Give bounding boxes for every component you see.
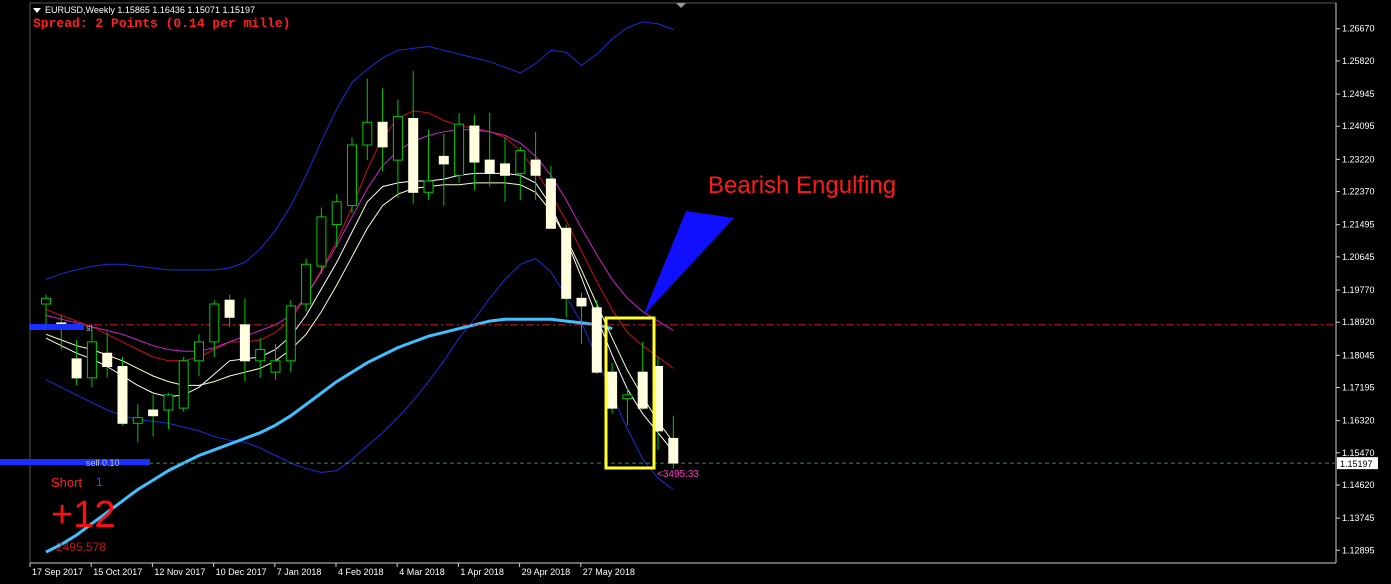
- price-tick-label: 1.12895: [1342, 545, 1375, 555]
- time-tick-label: 10 Dec 2017: [216, 567, 267, 577]
- candle-body: [454, 123, 465, 176]
- candle-body: [71, 358, 82, 379]
- time-tick-label: 7 Jan 2018: [277, 567, 322, 577]
- candle-body: [591, 307, 602, 373]
- candle-body: [484, 159, 495, 174]
- symbol-info: EURUSD,Weekly 1.15865 1.16436 1.15071 1.…: [33, 5, 255, 15]
- profit-amount: 2495.578: [56, 540, 107, 554]
- profit-points: +12: [51, 494, 116, 536]
- time-tick-label: 15 Oct 2017: [93, 567, 142, 577]
- price-tick-label: 1.22370: [1342, 187, 1375, 197]
- candle-body: [117, 365, 128, 424]
- trade-marker-bar[interactable]: [29, 324, 84, 330]
- candle-body: [285, 305, 296, 362]
- candle-body: [255, 348, 266, 362]
- candle-body: [392, 116, 403, 161]
- chart-shift-marker-icon[interactable]: [676, 3, 686, 8]
- price-tick-label: 1.16320: [1342, 416, 1375, 426]
- trade-label: s!: [86, 323, 93, 333]
- order-price-tag: <3495:33: [657, 469, 699, 480]
- time-tick-label: 12 Nov 2017: [154, 567, 205, 577]
- time-tick-label: 27 May 2018: [583, 567, 635, 577]
- price-tick-label: 1.20645: [1342, 252, 1375, 262]
- chart-background: [0, 0, 1391, 584]
- candle-body: [637, 371, 648, 409]
- price-tick-label: 1.21495: [1342, 220, 1375, 230]
- candle-body: [607, 371, 618, 409]
- price-tick-label: 1.13745: [1342, 513, 1375, 523]
- spread-info: Spread: 2 Points (0.14 per mille): [33, 16, 291, 31]
- candle[interactable]: [591, 300, 602, 375]
- candle-body: [469, 125, 480, 163]
- candle-body: [668, 437, 679, 464]
- price-tick-label: 1.24945: [1342, 89, 1375, 99]
- current-price-label: 1.15197: [1340, 459, 1373, 469]
- candle-body: [530, 159, 541, 176]
- price-chart[interactable]: s! sell 0.10 1.26670 1.25820 1.24945 1.2409…: [0, 0, 1391, 584]
- price-tick-label: 1.25820: [1342, 56, 1375, 66]
- candle-body: [408, 117, 419, 193]
- price-tick-label: 1.18920: [1342, 317, 1375, 327]
- time-tick-label: 29 Apr 2018: [522, 567, 571, 577]
- candle-body: [209, 303, 220, 343]
- candle-body: [239, 324, 250, 362]
- trade-marker-bar[interactable]: [0, 459, 150, 465]
- price-tick-label: 1.19770: [1342, 285, 1375, 295]
- candle-body: [545, 178, 556, 229]
- candle-body: [622, 394, 633, 400]
- candle-body: [438, 155, 449, 165]
- candle-body: [41, 297, 51, 305]
- candle-body: [224, 299, 235, 318]
- position-direction: Short: [51, 475, 83, 490]
- candle-body: [500, 163, 510, 176]
- candle[interactable]: [347, 137, 357, 214]
- time-tick-label: 4 Feb 2018: [338, 567, 384, 577]
- trade-label: sell 0.10: [86, 458, 120, 468]
- candle-body: [148, 409, 159, 417]
- candle-body: [362, 121, 373, 146]
- time-tick-label: 1 Apr 2018: [460, 567, 504, 577]
- candle-body: [301, 263, 312, 305]
- candle-body: [331, 201, 342, 226]
- time-tick-label: 4 Mar 2018: [399, 567, 445, 577]
- candle[interactable]: [117, 357, 128, 426]
- price-tick-label: 1.15470: [1342, 448, 1375, 458]
- dropdown-arrow-icon[interactable]: [33, 8, 41, 14]
- candle-body: [377, 121, 388, 148]
- candle-body: [347, 144, 357, 207]
- candle-body: [576, 297, 587, 307]
- symbol-line: EURUSD,Weekly 1.15865 1.16436 1.15071 1.…: [45, 5, 255, 15]
- candle-body: [423, 180, 434, 193]
- candle-body: [561, 227, 572, 299]
- position-count: 1: [96, 475, 103, 489]
- candle-body: [86, 341, 97, 379]
- pattern-annotation[interactable]: Bearish Engulfing: [708, 172, 896, 200]
- candle-body: [194, 341, 204, 362]
- candle-body: [515, 150, 526, 174]
- candle-body: [316, 216, 327, 267]
- time-tick-label: 17 Sep 2017: [32, 567, 83, 577]
- candle-body: [178, 360, 189, 409]
- price-tick-label: 1.17195: [1342, 383, 1375, 393]
- candle[interactable]: [316, 207, 327, 274]
- candle-body: [163, 394, 174, 411]
- candle-body: [132, 417, 143, 424]
- price-tick-label: 1.24095: [1342, 121, 1375, 131]
- candle-body: [270, 360, 281, 373]
- price-tick-label: 1.26670: [1342, 24, 1375, 34]
- price-tick-label: 1.18045: [1342, 350, 1375, 360]
- price-tick-label: 1.14620: [1342, 480, 1375, 490]
- price-tick-label: 1.23220: [1342, 154, 1375, 164]
- candle-body: [102, 352, 113, 367]
- candle[interactable]: [178, 357, 189, 412]
- candle[interactable]: [301, 258, 312, 312]
